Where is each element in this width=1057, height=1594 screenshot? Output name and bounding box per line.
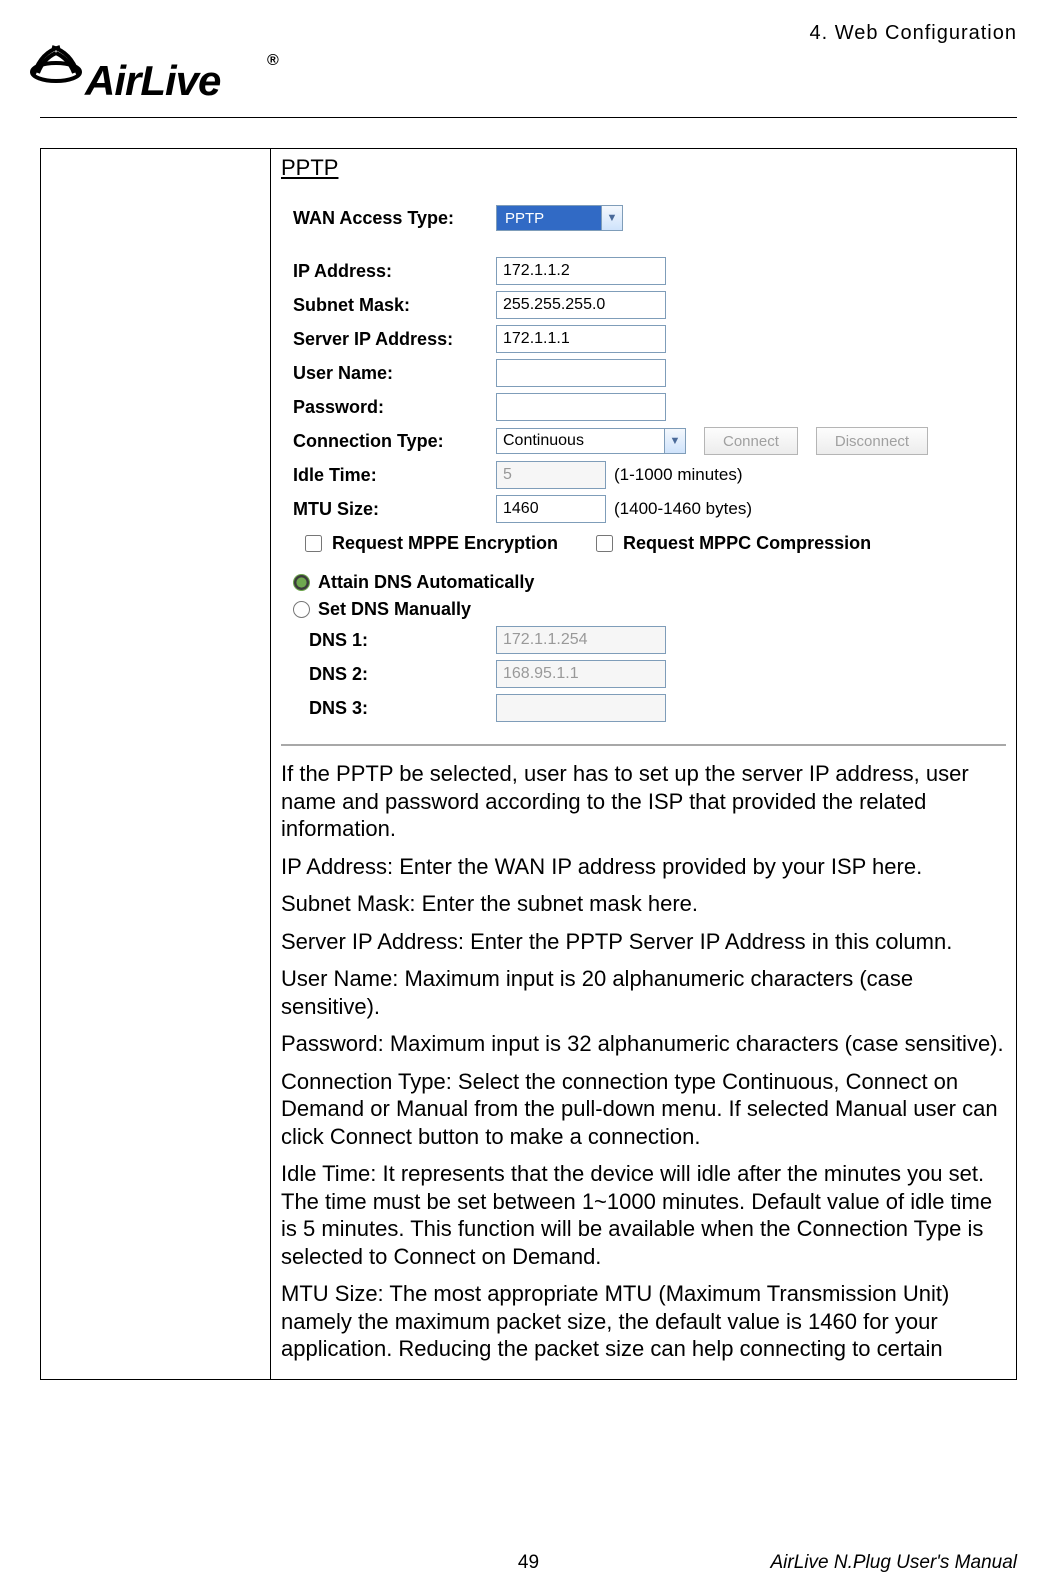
header-divider xyxy=(40,117,1017,118)
description-block: If the PPTP be selected, user has to set… xyxy=(281,760,1006,1363)
user-name-input[interactable] xyxy=(496,359,666,387)
dns-manual-label: Set DNS Manually xyxy=(318,599,471,620)
dns1-input[interactable] xyxy=(496,626,666,654)
dns2-input[interactable] xyxy=(496,660,666,688)
server-ip-label: Server IP Address: xyxy=(281,329,496,350)
mppc-checkbox[interactable] xyxy=(596,535,613,552)
mtu-size-input[interactable] xyxy=(496,495,606,523)
connection-type-value: Continuous xyxy=(496,428,664,454)
idle-time-label: Idle Time: xyxy=(281,465,496,486)
mppe-label: Request MPPE Encryption xyxy=(332,533,558,554)
desc-p9: MTU Size: The most appropriate MTU (Maxi… xyxy=(281,1280,1006,1363)
dns3-label: DNS 3: xyxy=(281,698,496,719)
chevron-down-icon: ▼ xyxy=(664,428,686,454)
dns3-row: DNS 3: xyxy=(281,694,1006,722)
desc-p8: Idle Time: It represents that the device… xyxy=(281,1160,1006,1270)
connection-type-label: Connection Type: xyxy=(281,431,496,452)
server-ip-row: Server IP Address: xyxy=(281,325,1006,353)
desc-p1: If the PPTP be selected, user has to set… xyxy=(281,760,1006,843)
idle-time-hint: (1-1000 minutes) xyxy=(614,465,743,485)
form-panel: WAN Access Type: PPTP ▼ IP Address: Subn… xyxy=(281,189,1006,746)
svg-text:®: ® xyxy=(267,52,279,69)
connection-type-select[interactable]: Continuous ▼ xyxy=(496,428,686,454)
dns-manual-row: Set DNS Manually xyxy=(281,599,1006,620)
connect-button[interactable]: Connect xyxy=(704,427,798,455)
chevron-down-icon: ▼ xyxy=(601,205,623,231)
dns-manual-radio[interactable] xyxy=(293,601,310,618)
wan-access-type-label: WAN Access Type: xyxy=(281,208,496,229)
section-title: PPTP xyxy=(281,155,1006,181)
desc-p2: IP Address: Enter the WAN IP address pro… xyxy=(281,853,1006,881)
dns-auto-row: Attain DNS Automatically xyxy=(281,572,1006,593)
mppc-label: Request MPPC Compression xyxy=(623,533,871,554)
brand-text: AirLive xyxy=(84,57,221,104)
wan-access-type-row: WAN Access Type: PPTP ▼ xyxy=(281,205,1006,231)
dns3-input[interactable] xyxy=(496,694,666,722)
idle-time-row: Idle Time: (1-1000 minutes) xyxy=(281,461,1006,489)
dns-auto-label: Attain DNS Automatically xyxy=(318,572,534,593)
empty-left-cell xyxy=(41,149,271,1380)
encryption-row: Request MPPE Encryption Request MPPC Com… xyxy=(281,533,1006,554)
connection-type-row: Connection Type: Continuous ▼ Connect Di… xyxy=(281,427,1006,455)
ip-address-label: IP Address: xyxy=(281,261,496,282)
chapter-label: 4. Web Configuration xyxy=(809,22,1017,45)
subnet-mask-input[interactable] xyxy=(496,291,666,319)
dns1-label: DNS 1: xyxy=(281,630,496,651)
page-footer: 49 AirLive N.Plug User's Manual xyxy=(40,1552,1017,1574)
server-ip-input[interactable] xyxy=(496,325,666,353)
idle-time-input[interactable] xyxy=(496,461,606,489)
password-row: Password: xyxy=(281,393,1006,421)
dns-auto-radio[interactable] xyxy=(293,574,310,591)
desc-p4: Server IP Address: Enter the PPTP Server… xyxy=(281,928,1006,956)
disconnect-button[interactable]: Disconnect xyxy=(816,427,928,455)
subnet-mask-row: Subnet Mask: xyxy=(281,291,1006,319)
ip-address-row: IP Address: xyxy=(281,257,1006,285)
brand-logo: AirLive ® xyxy=(30,40,1017,117)
desc-p7: Connection Type: Select the connection t… xyxy=(281,1068,1006,1151)
dns1-row: DNS 1: xyxy=(281,626,1006,654)
password-input[interactable] xyxy=(496,393,666,421)
manual-title: AirLive N.Plug User's Manual xyxy=(771,1552,1018,1574)
ip-address-input[interactable] xyxy=(496,257,666,285)
dns2-row: DNS 2: xyxy=(281,660,1006,688)
content-table: PPTP WAN Access Type: PPTP ▼ IP Address:… xyxy=(40,148,1017,1380)
wan-access-type-value: PPTP xyxy=(496,205,601,231)
page-number: 49 xyxy=(518,1552,539,1574)
user-name-label: User Name: xyxy=(281,363,496,384)
mtu-size-hint: (1400-1460 bytes) xyxy=(614,499,752,519)
wan-access-type-select[interactable]: PPTP ▼ xyxy=(496,205,623,231)
subnet-mask-label: Subnet Mask: xyxy=(281,295,496,316)
desc-p3: Subnet Mask: Enter the subnet mask here. xyxy=(281,890,1006,918)
mtu-size-label: MTU Size: xyxy=(281,499,496,520)
mppe-checkbox[interactable] xyxy=(305,535,322,552)
user-name-row: User Name: xyxy=(281,359,1006,387)
desc-p5: User Name: Maximum input is 20 alphanume… xyxy=(281,965,1006,1020)
desc-p6: Password: Maximum input is 32 alphanumer… xyxy=(281,1030,1006,1058)
mtu-size-row: MTU Size: (1400-1460 bytes) xyxy=(281,495,1006,523)
password-label: Password: xyxy=(281,397,496,418)
svg-text:AirLive: AirLive xyxy=(84,57,221,104)
dns2-label: DNS 2: xyxy=(281,664,496,685)
content-cell: PPTP WAN Access Type: PPTP ▼ IP Address:… xyxy=(271,149,1017,1380)
